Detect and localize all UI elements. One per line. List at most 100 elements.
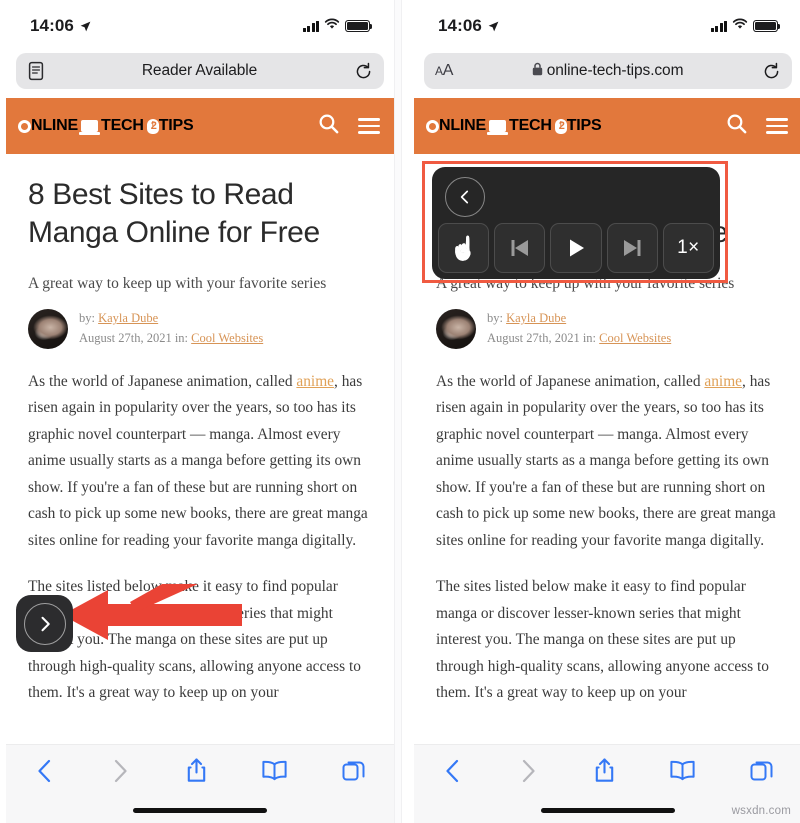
byline: by: Kayla Dube August 27th, 2021 in: Coo…	[436, 308, 780, 349]
cellular-signal-icon	[710, 20, 727, 32]
share-icon[interactable]	[593, 757, 616, 784]
address-bar-text-wrap[interactable]: online-tech-tips.com	[453, 62, 762, 81]
speak-screen-controller: ☝ 1×	[432, 167, 720, 279]
chevron-left-icon[interactable]	[445, 177, 485, 217]
text-size-label: A	[442, 62, 454, 79]
share-icon[interactable]	[185, 757, 208, 784]
home-indicator	[541, 808, 675, 813]
bookmarks-book-icon[interactable]	[261, 759, 288, 782]
logo-text-tech: TECH	[101, 117, 144, 134]
logo-superscript: 2	[558, 120, 565, 132]
skip-previous-icon[interactable]	[494, 223, 546, 273]
article-paragraph-1: As the world of Japanese animation, call…	[28, 369, 372, 554]
playback-rate-button[interactable]: 1×	[662, 223, 715, 273]
publish-date: August 27th, 2021 in:	[487, 330, 597, 345]
wifi-icon	[324, 17, 340, 35]
logo-text-online: NLINE	[439, 117, 487, 134]
speak-screen-float-button[interactable]	[16, 595, 73, 652]
avatar	[28, 308, 68, 349]
article-content: 8 Best Sites to Read Manga Online for Fr…	[414, 154, 800, 745]
address-bar[interactable]: Reader Available	[16, 53, 384, 89]
phone-screenshot-left: 14:06 Reader Available NLINE TECH 2 TIPS…	[6, 0, 394, 823]
logo-laptop-icon	[79, 120, 101, 135]
site-header: NLINE TECH 2 TIPS	[6, 98, 394, 154]
status-bar-left: 14:06	[30, 16, 92, 36]
play-icon[interactable]	[550, 223, 602, 273]
byline-prefix: by:	[487, 311, 503, 326]
publish-date: August 27th, 2021 in:	[79, 330, 189, 345]
back-chevron-icon[interactable]	[34, 758, 56, 784]
skip-next-icon[interactable]	[606, 223, 658, 273]
logo-text-tips: TIPS	[566, 117, 602, 134]
location-arrow-icon	[79, 20, 92, 33]
address-bar-text[interactable]: Reader Available	[45, 62, 354, 80]
anime-link[interactable]: anime	[296, 373, 334, 390]
tabs-icon[interactable]	[749, 758, 774, 783]
para1-part-a: As the world of Japanese animation, call…	[28, 372, 297, 390]
site-header-actions	[317, 112, 380, 140]
status-bar-right	[710, 17, 781, 35]
status-bar: 14:06	[414, 0, 800, 52]
article-paragraph-1: As the world of Japanese animation, call…	[436, 369, 780, 554]
status-bar-left: 14:06	[438, 16, 500, 36]
site-logo[interactable]: NLINE TECH 2 TIPS	[18, 117, 317, 135]
logo-text-tips: TIPS	[158, 117, 194, 134]
forward-chevron-icon	[109, 758, 131, 784]
safari-top-bar: Reader Available	[6, 52, 394, 98]
byline-text: by: Kayla Dube August 27th, 2021 in: Coo…	[79, 309, 263, 348]
article-paragraph-2: The sites listed below make it easy to f…	[436, 578, 769, 702]
wifi-icon	[732, 17, 748, 35]
location-arrow-icon	[487, 20, 500, 33]
toolbar-row	[414, 745, 800, 784]
byline-prefix: by:	[79, 311, 95, 326]
lock-icon	[532, 62, 543, 81]
reload-icon[interactable]	[354, 62, 373, 81]
reader-view-icon[interactable]	[27, 61, 45, 81]
search-icon[interactable]	[725, 112, 748, 140]
status-bar: 14:06	[6, 0, 394, 52]
category-link[interactable]: Cool Websites	[191, 331, 263, 345]
logo-o-ring-icon	[18, 119, 31, 133]
safari-top-bar: AA online-tech-tips.com	[414, 52, 800, 98]
search-icon[interactable]	[317, 112, 340, 140]
logo-laptop-icon	[487, 120, 509, 135]
site-logo[interactable]: NLINE TECH 2 TIPS	[426, 117, 725, 135]
speak-controls-row: ☝ 1×	[438, 223, 715, 273]
red-arrow-pointer	[62, 584, 242, 651]
tabs-icon[interactable]	[341, 758, 366, 783]
back-chevron-icon[interactable]	[442, 758, 464, 784]
anime-link[interactable]: anime	[704, 373, 742, 390]
screenshot-stage: 14:06 Reader Available NLINE TECH 2 TIPS…	[0, 0, 800, 823]
article-content: 8 Best Sites to Read Manga Online for Fr…	[6, 154, 394, 745]
byline: by: Kayla Dube August 27th, 2021 in: Coo…	[28, 308, 372, 349]
status-time: 14:06	[30, 16, 74, 35]
battery-full-icon	[345, 20, 373, 32]
toolbar-row	[6, 745, 394, 784]
phone-screenshot-right: 14:06 AA online-tech-tips.com NLINE TECH…	[414, 0, 800, 823]
category-link[interactable]: Cool Websites	[599, 331, 671, 345]
text-size-button[interactable]: AA	[435, 62, 453, 80]
home-indicator	[133, 808, 267, 813]
logo-o-ring-icon	[426, 119, 439, 133]
bookmarks-book-icon[interactable]	[669, 759, 696, 782]
author-link[interactable]: Kayla Dube	[506, 311, 566, 325]
chevron-right-icon	[23, 602, 66, 645]
safari-bottom-toolbar	[6, 744, 394, 823]
page-title: 8 Best Sites to Read Manga Online for Fr…	[28, 178, 320, 250]
status-bar-right	[302, 17, 373, 35]
battery-full-icon	[753, 20, 781, 32]
pointing-hand-glyph: ☝	[449, 234, 478, 261]
logo-superscript: 2	[150, 120, 157, 132]
pointing-hand-icon[interactable]: ☝	[438, 223, 490, 273]
site-header-actions	[725, 112, 788, 140]
forward-chevron-icon	[517, 758, 539, 784]
avatar	[436, 308, 476, 349]
hamburger-menu-icon[interactable]	[358, 118, 380, 134]
author-link[interactable]: Kayla Dube	[98, 311, 158, 325]
hamburger-menu-icon[interactable]	[766, 118, 788, 134]
reload-icon[interactable]	[762, 62, 781, 81]
address-bar[interactable]: AA online-tech-tips.com	[424, 53, 792, 89]
logo-text-online: NLINE	[31, 117, 79, 134]
status-time: 14:06	[438, 16, 482, 35]
text-size-label-small: A	[435, 64, 443, 78]
